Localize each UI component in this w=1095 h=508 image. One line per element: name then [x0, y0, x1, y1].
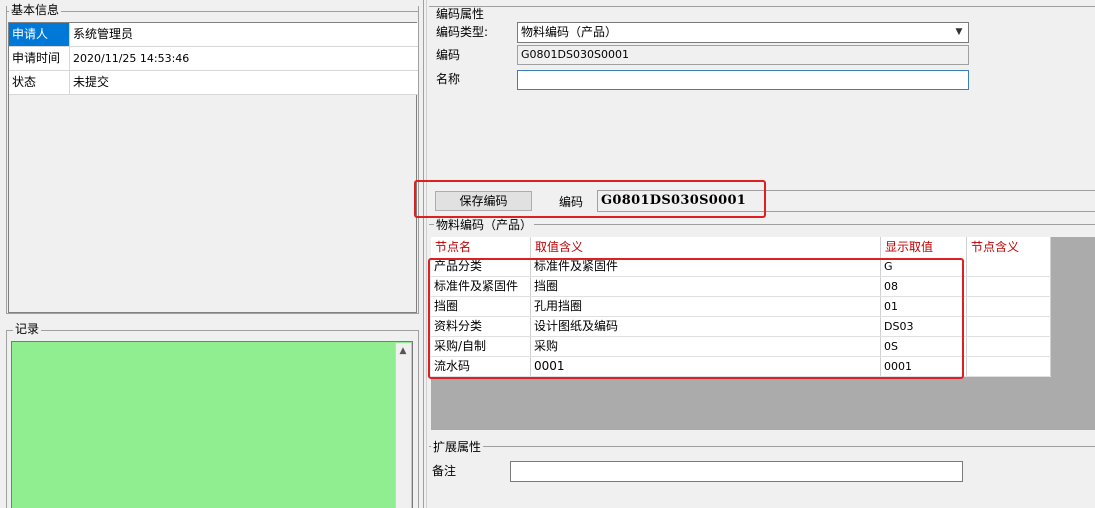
grid-cell-node-meaning — [967, 317, 1051, 336]
grid-header-display-value[interactable]: 显示取值 — [881, 237, 967, 257]
grid-header-node-meaning[interactable]: 节点含义 — [967, 237, 1051, 257]
remark-label: 备注 — [432, 464, 457, 478]
material-code-title: 物料编码（产品） — [434, 218, 535, 232]
records-textarea[interactable] — [11, 341, 413, 508]
info-key-apply-time: 申请时间 — [9, 47, 70, 70]
info-row-apply-time[interactable]: 申请时间 2020/11/25 14:53:46 — [9, 47, 418, 71]
code-field: G0801DS030S0001 — [517, 45, 969, 65]
save-row-highlight — [414, 180, 766, 218]
grid-header-value-meaning[interactable]: 取值含义 — [531, 237, 881, 257]
info-key-status: 状态 — [9, 71, 70, 94]
grid-cell-node-meaning — [967, 337, 1051, 356]
code-type-select[interactable]: 物料编码（产品） ▼ — [517, 22, 969, 43]
grid-rows-highlight — [428, 258, 964, 379]
code-type-label: 编码类型: — [436, 25, 489, 39]
grid-header-row: 节点名 取值含义 显示取值 节点含义 — [431, 237, 1051, 257]
grid-cell-node-meaning — [967, 357, 1051, 376]
chevron-down-icon[interactable]: ▼ — [952, 24, 966, 41]
basic-info-grid: 申请人 系统管理员 申请时间 2020/11/25 14:53:46 状态 未提… — [8, 22, 418, 313]
name-label: 名称 — [436, 72, 461, 86]
info-value-status: 未提交 — [73, 75, 110, 89]
basic-info-title: 基本信息 — [9, 3, 62, 17]
extended-properties-title: 扩展属性 — [431, 440, 484, 454]
name-input[interactable] — [517, 70, 969, 90]
info-row-status[interactable]: 状态 未提交 — [9, 71, 418, 95]
scroll-up-arrow-icon[interactable]: ▲ — [395, 343, 411, 360]
code-label: 编码 — [436, 48, 461, 62]
records-scrollbar[interactable] — [395, 343, 411, 508]
code-type-select-value: 物料编码（产品） — [521, 25, 618, 39]
grid-cell-node-meaning — [967, 297, 1051, 316]
info-value-apply-time: 2020/11/25 14:53:46 — [73, 52, 190, 65]
records-title: 记录 — [13, 322, 42, 336]
info-row-applicant[interactable]: 申请人 系统管理员 — [9, 23, 418, 47]
panel-splitter-line — [426, 0, 427, 508]
info-key-applicant: 申请人 — [9, 23, 70, 46]
remark-input[interactable] — [510, 461, 963, 482]
grid-cell-node-meaning — [967, 257, 1051, 276]
grid-header-node-name[interactable]: 节点名 — [431, 237, 531, 257]
grid-cell-node-meaning — [967, 277, 1051, 296]
code-properties-title: 编码属性 — [434, 7, 487, 21]
info-value-applicant: 系统管理员 — [73, 27, 134, 41]
